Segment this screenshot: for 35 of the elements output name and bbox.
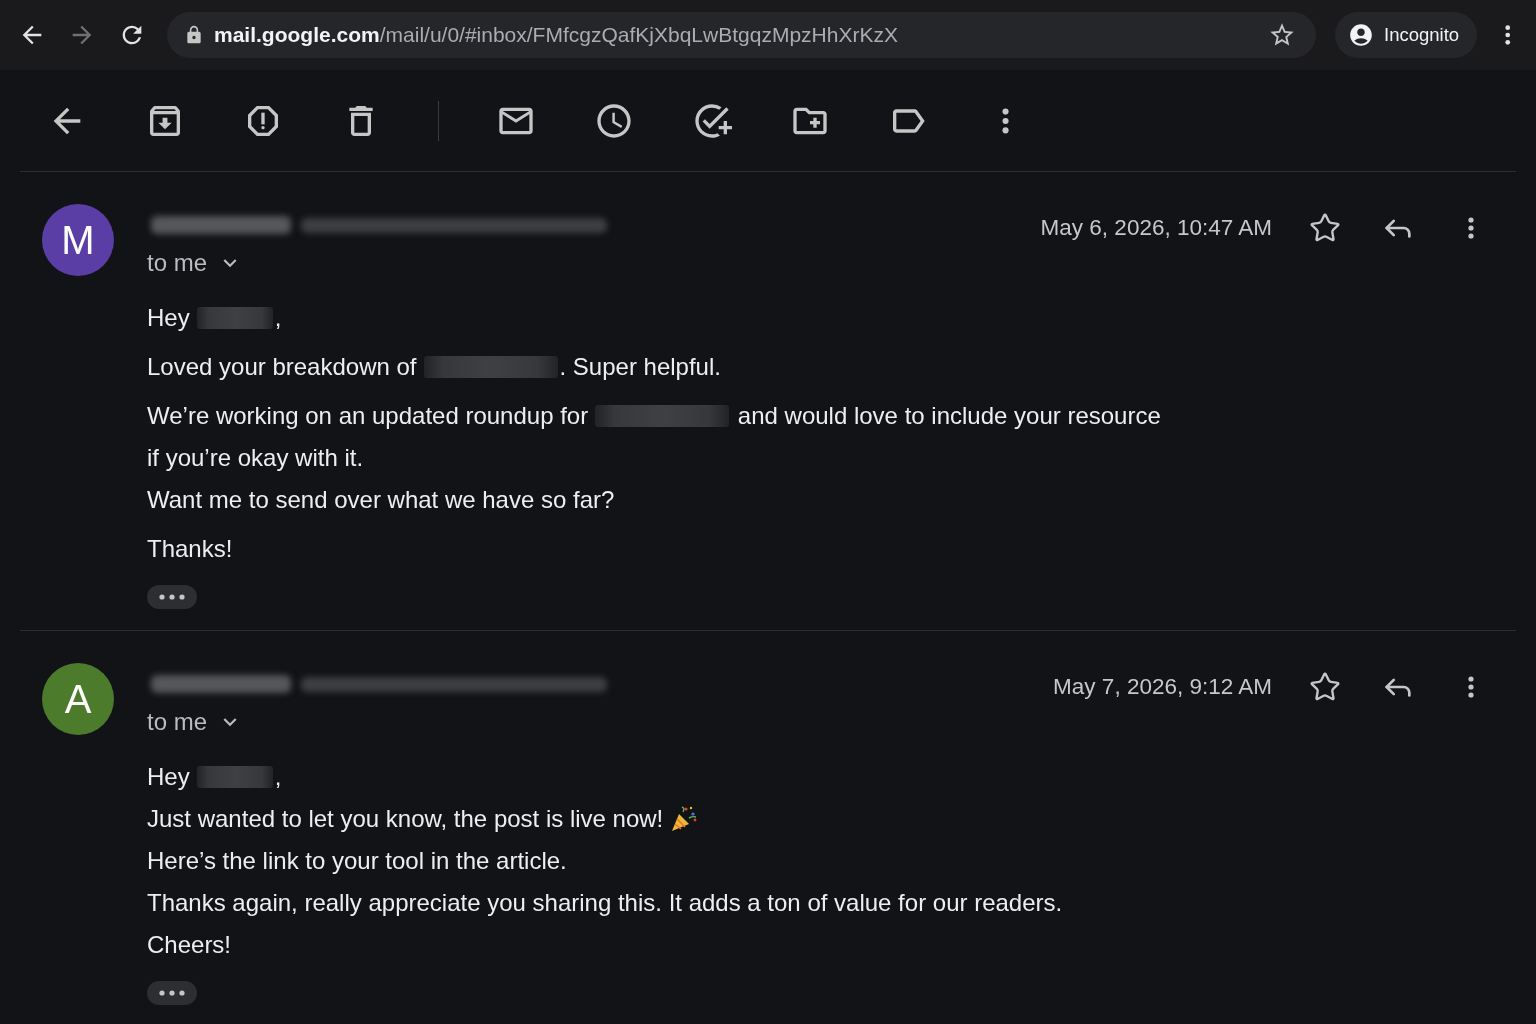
message-text: . Super helpful. xyxy=(559,353,721,381)
message-text: if you’re okay with it. xyxy=(147,444,364,472)
account-icon xyxy=(1348,22,1374,48)
message-text: Loved your breakdown of xyxy=(147,353,417,381)
address-bar[interactable]: mail.google.com/mail/u/0/#inbox/FMfcgzQafKjXbqLwBtgqzMpzHhXrKzX xyxy=(167,12,1316,58)
message-text: Thanks! xyxy=(147,535,233,563)
message-text: Thanks again, really appreciate you sharing this. It adds a ton of value for our readers. xyxy=(147,889,1063,917)
show-trimmed-button[interactable] xyxy=(147,585,197,609)
message-text: Hey xyxy=(147,763,190,791)
message-text: Cheers! xyxy=(147,931,232,959)
more-vertical-icon xyxy=(1002,107,1010,134)
message-text: Hey xyxy=(147,304,190,332)
message-date: May 7, 2026, 9:12 AM xyxy=(1053,674,1272,700)
url-text: mail.google.com/mail/u/0/#inbox/FMfcgzQafKjXbqLwBtgqzMpzHhXrKzX xyxy=(214,23,899,47)
recipient-details-button[interactable]: to me xyxy=(147,707,244,737)
message-text: , xyxy=(274,304,282,332)
more-vertical-icon xyxy=(1468,676,1474,698)
message-text: , xyxy=(274,763,282,791)
message-text: and would love to include your resource xyxy=(736,402,1161,430)
more-vertical-icon xyxy=(1505,25,1511,45)
message-text: Here’s the link to your tool in the article. xyxy=(147,847,567,875)
message-text: Want me to send over what we have so far? xyxy=(147,486,615,514)
more-vertical-icon xyxy=(1468,217,1474,239)
message-text: We’re working on an updated roundup for xyxy=(147,402,589,430)
profile-button[interactable]: Incognito xyxy=(1335,12,1477,58)
recipient-details-button[interactable]: to me xyxy=(147,248,244,278)
message-date: May 6, 2026, 10:47 AM xyxy=(1040,215,1272,241)
sender-avatar: A xyxy=(42,663,114,735)
message-text: Just wanted to let you know, the post is live now! xyxy=(147,805,664,833)
lock-icon xyxy=(184,25,204,45)
ellipsis-icon xyxy=(159,990,185,996)
ellipsis-icon xyxy=(159,594,185,600)
sender-avatar: M xyxy=(42,204,114,276)
show-trimmed-button[interactable] xyxy=(147,981,197,1005)
party-popper-icon xyxy=(671,806,698,832)
